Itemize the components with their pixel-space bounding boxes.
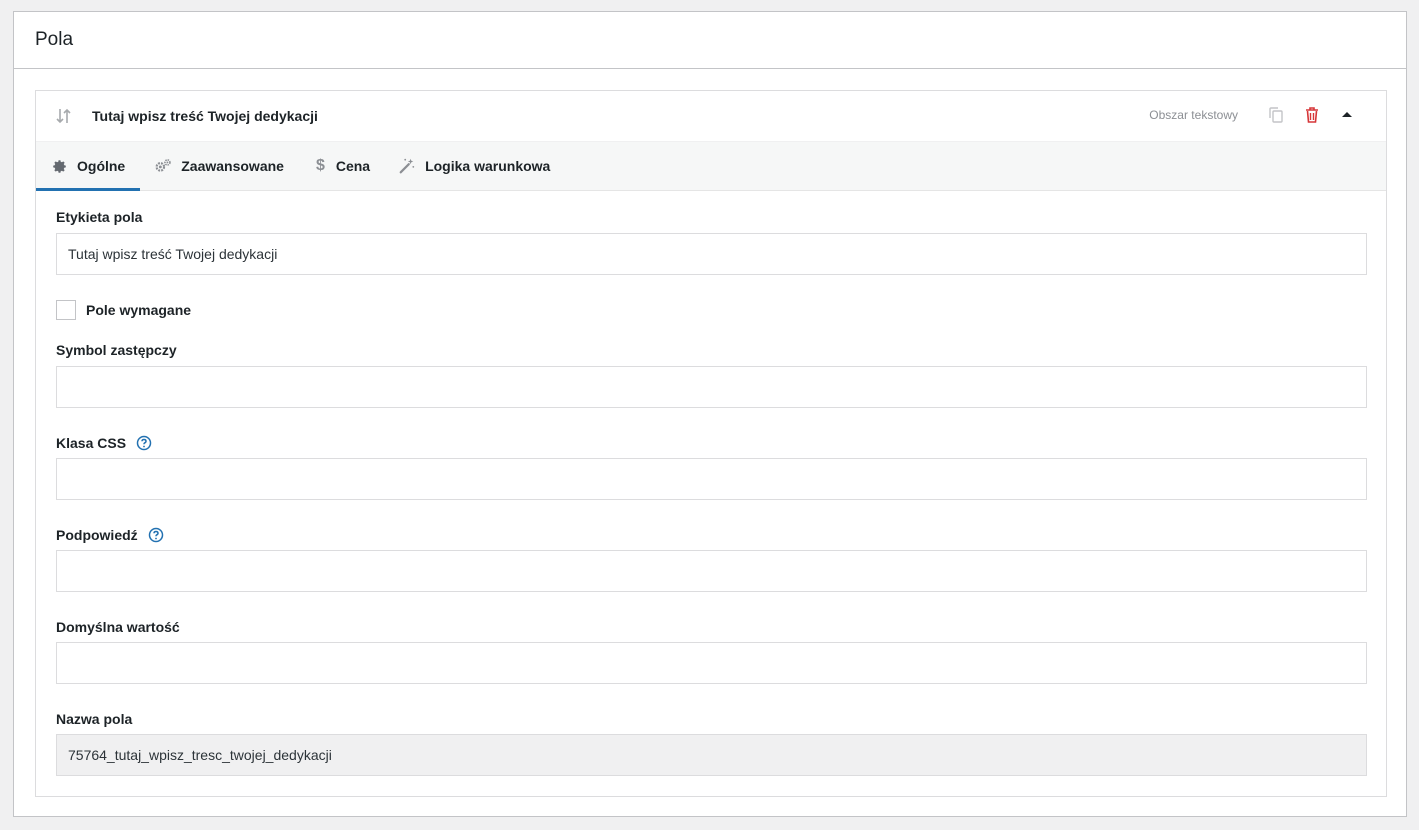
- required-label[interactable]: Pole wymagane: [86, 302, 191, 318]
- tab-general[interactable]: Ogólne: [36, 142, 141, 191]
- gear-icon: [53, 159, 66, 173]
- default-value-label: Domyślna wartość: [56, 619, 180, 635]
- field-tabs: Ogólne Zaawansowane $ Cena Logika warunk…: [36, 141, 1386, 191]
- css-class-label: Klasa CSS: [56, 435, 127, 451]
- tab-conditional-logic[interactable]: Logika warunkowa: [384, 142, 564, 190]
- field-item: Tutaj wpisz treść Twojej dedykacji Obsza…: [35, 90, 1387, 797]
- caret-up-icon[interactable]: [1337, 105, 1357, 125]
- dollar-icon: $: [315, 157, 325, 174]
- hint-label-row: Podpowiedź: [56, 527, 1367, 543]
- field-label-label: Etykieta pola: [56, 209, 143, 225]
- tab-label: Cena: [335, 158, 371, 174]
- hint-input[interactable]: [56, 550, 1367, 592]
- gears-icon: [155, 159, 171, 172]
- required-checkbox[interactable]: [56, 300, 76, 320]
- field-header[interactable]: Tutaj wpisz treść Twojej dedykacji Obsza…: [36, 91, 1386, 141]
- tab-label: Zaawansowane: [181, 158, 284, 174]
- magic-wand-icon: [399, 158, 415, 174]
- css-class-label-row: Klasa CSS: [56, 435, 1367, 451]
- general-settings-form: Etykieta pola Pole wymagane Symbol zastę…: [56, 209, 1367, 776]
- tab-label: Logika warunkowa: [425, 158, 551, 174]
- default-value-input[interactable]: [56, 642, 1367, 684]
- sort-icon[interactable]: [54, 106, 74, 126]
- placeholder-input[interactable]: [56, 366, 1367, 408]
- field-name-label: Nazwa pola: [56, 711, 133, 727]
- tab-price[interactable]: $ Cena: [298, 142, 384, 190]
- trash-icon[interactable]: [1302, 105, 1322, 125]
- tab-label: Ogólne: [77, 158, 126, 174]
- tab-advanced[interactable]: Zaawansowane: [140, 142, 298, 190]
- css-class-input[interactable]: [56, 458, 1367, 500]
- field-label-input[interactable]: [56, 233, 1367, 275]
- panel-header: Pola: [14, 12, 1406, 69]
- field-title: Tutaj wpisz treść Twojej dedykacji: [92, 108, 318, 124]
- panel-title: Pola: [35, 29, 74, 50]
- hint-label: Podpowiedź: [56, 527, 138, 543]
- placeholder-label: Symbol zastępczy: [56, 342, 177, 358]
- field-type-label: Obszar tekstowy: [1149, 108, 1238, 122]
- help-icon[interactable]: [136, 435, 152, 451]
- field-name-input: [56, 734, 1367, 776]
- required-row: Pole wymagane: [56, 300, 1367, 320]
- fields-panel: Pola Tutaj wpisz treść Twojej dedykacji …: [13, 11, 1407, 817]
- copy-icon[interactable]: [1266, 105, 1286, 125]
- help-icon[interactable]: [148, 527, 164, 543]
